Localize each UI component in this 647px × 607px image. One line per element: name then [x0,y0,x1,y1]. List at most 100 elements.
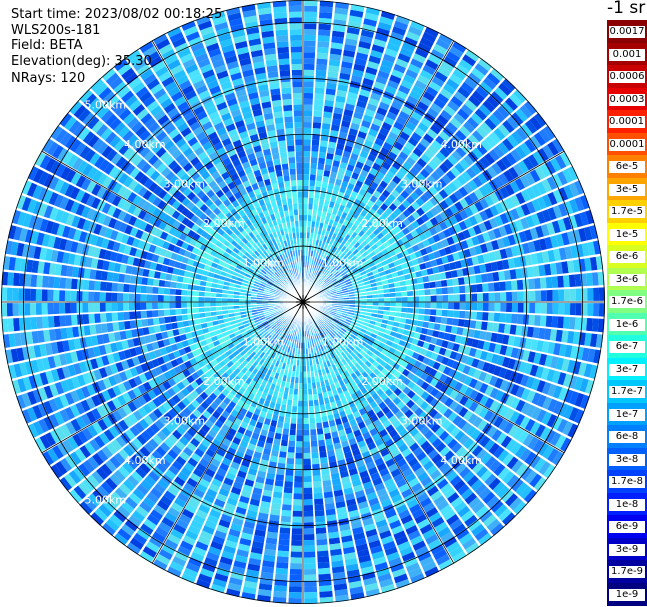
ray-cell [99,302,106,312]
ray-cell [390,302,396,307]
ray-cell [384,302,391,307]
ray-cell [303,209,308,215]
ray-cell [446,278,454,287]
ray-cell [181,308,188,315]
ray-cell [303,441,311,448]
ray-cell [204,297,211,302]
ray-cell [311,446,319,453]
ray-cell [59,302,66,314]
ray-cell [303,162,310,169]
ray-cell [303,516,314,523]
ray-cell [457,319,465,327]
ray-cell [325,438,333,446]
ray-cell [47,289,54,302]
ray-cell [395,297,402,302]
ray-cell [286,405,292,412]
ray-cell [505,313,512,324]
ray-cell [309,417,316,424]
ppi-plot: 1.00km 1.00km1.00km 1.00km2.00km 2.00km2.00… [1,0,605,604]
ray-cell [280,439,288,447]
ray-cell [568,274,576,287]
ray-cell [186,296,193,302]
ray-cell [492,271,500,282]
ray-cell [288,440,296,447]
ray-cell [204,307,211,312]
ray-cell [319,590,333,598]
ray-cell [221,302,228,306]
ray-cell [82,291,89,302]
ray-cell [12,303,19,317]
ray-cell [271,449,279,457]
ray-cell [171,322,178,330]
ray-cell [303,551,316,558]
ray-cell [503,270,511,280]
ray-cell [471,293,478,302]
ray-cell [322,175,330,183]
ray-cell [281,510,292,517]
ray-cell [64,290,71,302]
ray-cell [469,320,477,329]
ray-cell [30,317,38,330]
ray-cell [175,308,182,315]
ray-cell [430,309,437,316]
ray-cell [94,313,101,324]
ray-cell [506,302,513,313]
ray-cell [89,324,97,335]
ray-cell [279,527,291,534]
ray-cell [384,297,391,302]
ray-cell [6,303,13,317]
ray-cell [100,281,107,291]
ray-cell [509,269,517,280]
ray-cell [163,302,170,309]
ray-cell [287,446,295,453]
ray-cell [545,315,553,328]
ray-cell [433,323,441,331]
ray-cell [279,445,288,453]
ray-cell [111,282,119,292]
ray-cell [295,458,303,465]
ray-cell [422,321,430,329]
ray-cell [117,283,124,292]
ray-cell [318,151,327,159]
ray-cell [321,123,331,130]
ray-cell [65,278,72,289]
ray-cell [315,81,326,89]
ray-cell [447,310,454,318]
ray-cell [291,539,303,546]
ray-cell [529,302,536,314]
ray-cell [117,293,124,302]
ray-cell [325,158,333,166]
ray-cell [53,315,61,328]
ray-cell [312,469,321,476]
ray-cell [323,111,333,119]
ray-cell [299,377,303,384]
ray-cell [476,283,483,293]
ray-cell [312,122,322,129]
ray-cell [406,313,413,319]
ray-cell [487,312,495,322]
ray-cell [35,289,42,301]
ray-cell [304,11,318,18]
ray-cell [308,400,314,407]
ray-cell [436,295,443,302]
ray-cell [303,400,309,407]
ray-cell [424,295,431,302]
ray-cell [303,505,314,512]
ray-cell [311,458,320,465]
ray-cell [70,302,77,314]
ray-cell [288,592,302,599]
ray-cell [313,486,323,494]
ray-cell [418,308,425,315]
ray-cell [13,272,20,286]
ray-cell [557,275,564,288]
ray-cell [284,416,291,424]
ray-cell [128,302,135,311]
ray-cell [486,272,494,282]
ray-cell [314,87,325,94]
ray-cell [95,270,103,280]
ray-cell [111,292,118,302]
ray-cell [152,294,158,302]
ray-cell [100,313,107,323]
ray-cell [587,287,594,301]
ray-cell [304,592,318,599]
